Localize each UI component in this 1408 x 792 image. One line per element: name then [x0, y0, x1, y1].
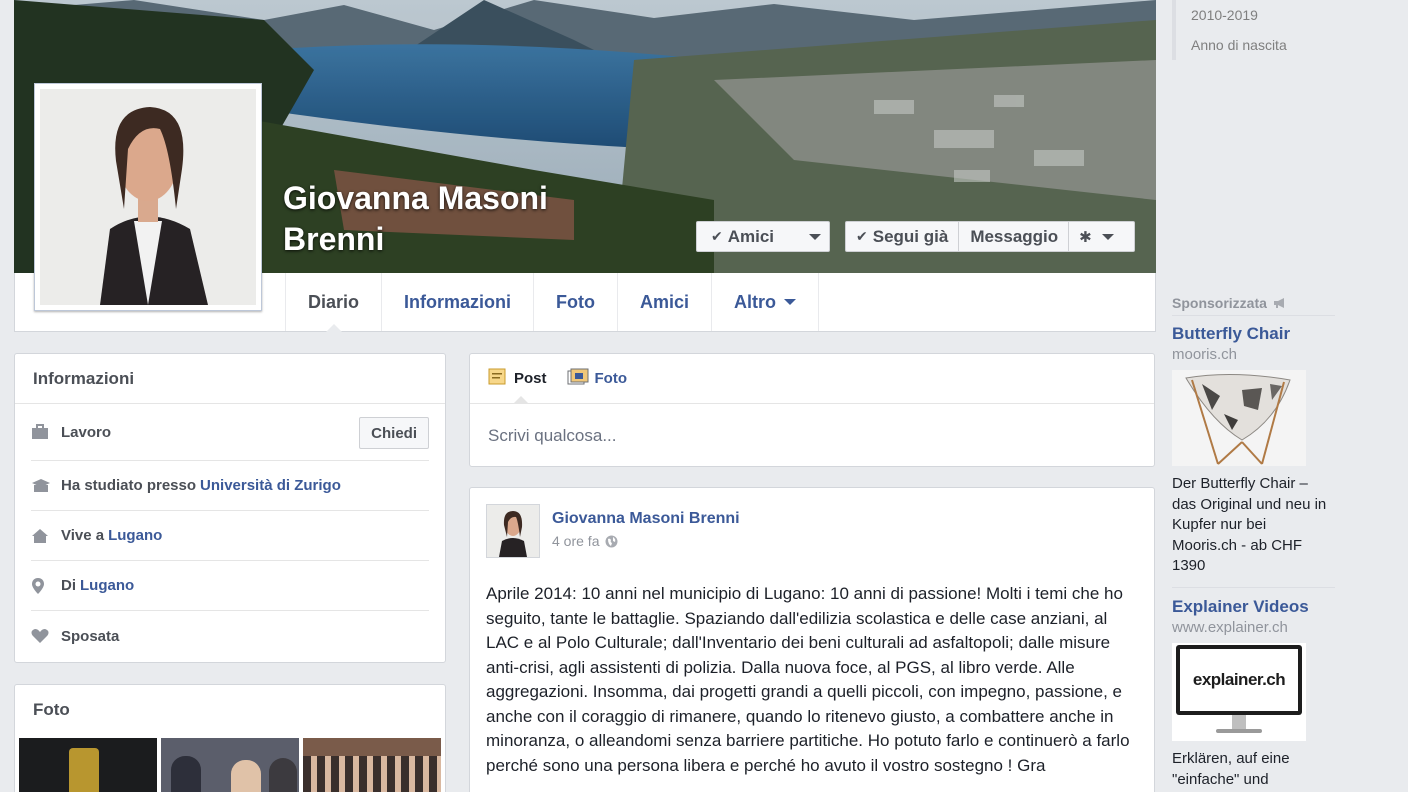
post-note-icon [488, 368, 508, 390]
composer-tab-photo[interactable]: Foto [567, 368, 627, 390]
follow-button-label: Segui già [872, 226, 949, 246]
ad-unit[interactable]: Explainer Videos www.explainer.ch explai… [1172, 597, 1335, 790]
ad-image[interactable]: explainer.ch [1172, 643, 1306, 741]
tab-label: Foto [556, 291, 595, 312]
profile-actions-group: ✔ Segui già Messaggio ✱ [845, 221, 1135, 252]
globe-icon [605, 535, 618, 548]
sponsored-label: Sponsorizzata [1172, 294, 1267, 311]
ad-unit[interactable]: Butterfly Chair mooris.ch Der Butterfly … [1172, 324, 1335, 577]
avatar[interactable] [486, 504, 540, 558]
feed-post: Giovanna Masoni Brenni 4 ore fa Aprile 2… [469, 487, 1155, 792]
profile-tabs: Diario Informazioni Foto Amici Altro [285, 273, 820, 332]
profile-photo-image [40, 89, 256, 305]
chevron-down-icon [1101, 233, 1114, 240]
chevron-down-icon [784, 299, 797, 305]
info-row-education: Ha studiato presso Università di Zurigo [31, 461, 429, 511]
post-meta: Giovanna Masoni Brenni 4 ore fa [552, 510, 740, 558]
graduation-icon [31, 475, 61, 497]
hometown-link[interactable]: Lugano [80, 577, 134, 594]
tab-label: Amici [640, 291, 690, 312]
location-pin-icon [31, 575, 61, 597]
tab-foto[interactable]: Foto [533, 273, 617, 331]
gear-icon: ✱ [1079, 228, 1092, 246]
ad-body: Der Butterfly Chair – das Original und n… [1172, 475, 1327, 575]
photo-thumbnail[interactable] [19, 738, 157, 792]
monitor-shape: explainer.ch [1176, 645, 1302, 715]
ad-domain: mooris.ch [1172, 346, 1238, 363]
message-button[interactable]: Messaggio [959, 222, 1068, 251]
info-row-relationship: Sposata [31, 611, 429, 661]
photos-box-title: Foto [33, 700, 70, 719]
info-row-work: Lavoro Chiedi [31, 404, 429, 461]
post-header: Giovanna Masoni Brenni 4 ore fa [470, 488, 1154, 558]
info-row-text: Sposata [61, 627, 120, 645]
butterfly-chair-image [1172, 370, 1306, 466]
home-icon [31, 525, 61, 547]
photo-grid [15, 738, 445, 792]
tab-amici[interactable]: Amici [617, 273, 711, 331]
tab-label: Diario [308, 291, 360, 312]
photo-thumbnail[interactable] [161, 738, 299, 792]
tab-label: Informazioni [404, 291, 512, 312]
info-box-title: Informazioni [15, 354, 445, 404]
checkmark-icon: ✔ [856, 228, 868, 244]
checkmark-icon: ✔ [711, 228, 723, 244]
briefcase-icon [31, 421, 61, 443]
post-timestamp[interactable]: 4 ore fa [552, 533, 599, 549]
sponsored-header: Sponsorizzata [1172, 290, 1335, 316]
info-row-lives-in: Vive a Lugano [31, 511, 429, 561]
university-link[interactable]: Università di Zurigo [200, 477, 341, 494]
tab-diario[interactable]: Diario [285, 273, 381, 332]
info-box: Informazioni Lavoro Chiedi Ha studiato p… [14, 353, 446, 663]
divider [1172, 587, 1335, 588]
info-row-text: Ha studiato presso [61, 477, 197, 494]
profile-name[interactable]: Giovanna Masoni Brenni [283, 178, 603, 260]
ask-button[interactable]: Chiedi [359, 417, 429, 449]
photos-box: Foto [14, 684, 446, 792]
composer-tab-label: Foto [594, 370, 627, 387]
chevron-down-icon [809, 233, 821, 240]
tab-label: Altro [734, 291, 777, 312]
ad-title[interactable]: Explainer Videos [1172, 597, 1335, 617]
profile-picture[interactable] [34, 83, 262, 311]
info-row-text: Vive a [61, 527, 105, 544]
tab-altro[interactable]: Altro [711, 273, 820, 331]
timeline-filter-item[interactable]: 2010-2019 [1172, 0, 1335, 30]
follow-button[interactable]: ✔ Segui già [846, 222, 958, 251]
composer-box: Post Foto Scrivi qualcosa... [469, 353, 1155, 467]
post-author[interactable]: Giovanna Masoni Brenni [552, 510, 740, 528]
tab-informazioni[interactable]: Informazioni [381, 273, 533, 331]
post-timestamp-row: 4 ore fa [552, 533, 740, 549]
post-body-text: Aprile 2014: 10 anni nel municipio di Lu… [486, 584, 1130, 775]
heart-icon [31, 625, 61, 647]
timeline-filter-list: 2010-2019 Anno di nascita [1172, 0, 1335, 60]
info-row-from: Di Lugano [31, 561, 429, 611]
monitor-stand [1232, 715, 1246, 729]
megaphone-icon [1273, 297, 1287, 309]
timeline-filter-item[interactable]: Anno di nascita [1172, 30, 1335, 60]
monitor-base [1216, 729, 1262, 733]
info-row-text: Di [61, 577, 76, 594]
photo-thumbnail[interactable] [303, 738, 441, 792]
composer-input[interactable]: Scrivi qualcosa... [470, 404, 1154, 468]
info-row-text: Lavoro [61, 423, 112, 441]
current-city-link[interactable]: Lugano [108, 527, 162, 544]
ad-title[interactable]: Butterfly Chair [1172, 324, 1335, 344]
ad-body: Erklären, auf eine "einfache" und [1172, 750, 1290, 788]
friends-dropdown[interactable] [801, 222, 829, 251]
ad-image[interactable] [1172, 370, 1306, 466]
ad-logo-text: explainer.ch [1192, 670, 1286, 689]
composer-tab-label: Post [514, 370, 547, 387]
friends-button-label: Amici [727, 226, 775, 246]
photo-album-icon [567, 368, 589, 390]
message-button-label: Messaggio [970, 226, 1059, 246]
friends-button[interactable]: ✔ Amici [696, 221, 830, 252]
ad-domain: www.explainer.ch [1172, 619, 1288, 636]
composer-tabs: Post Foto [470, 354, 1154, 404]
settings-dropdown-button[interactable]: ✱ [1069, 222, 1126, 251]
composer-tab-post[interactable]: Post [488, 368, 547, 390]
